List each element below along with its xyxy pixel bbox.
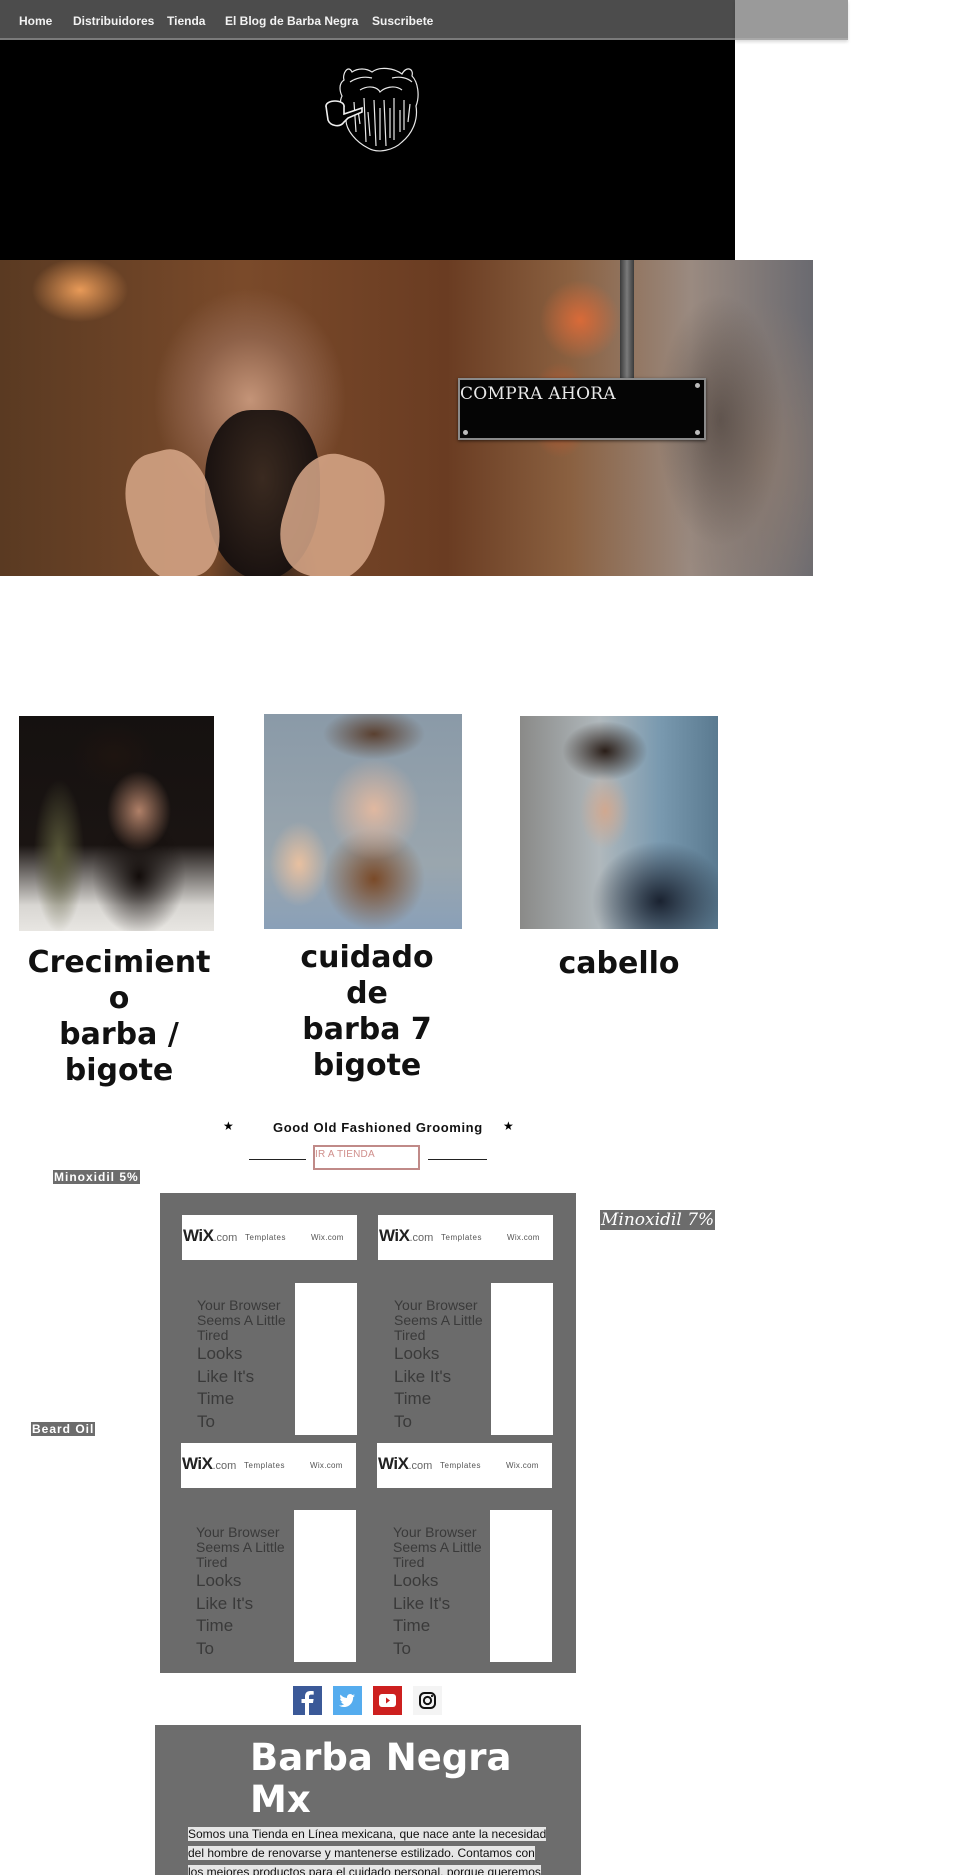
wix-logo-text: WiX bbox=[183, 1226, 214, 1245]
wix-logo: WiX.com bbox=[378, 1454, 432, 1474]
screw-icon bbox=[695, 383, 700, 388]
wix-logo: WiX.com bbox=[182, 1454, 236, 1474]
nav-item-home[interactable]: Home bbox=[19, 14, 52, 28]
wix-banner[interactable]: WiX.com Templates Wix.com bbox=[377, 1443, 552, 1488]
wix-site-link[interactable]: Wix.com bbox=[507, 1233, 540, 1242]
wix-logo: WiX.com bbox=[183, 1226, 237, 1246]
instagram-icon[interactable] bbox=[413, 1686, 442, 1715]
nav-item-suscribete[interactable]: Suscribete bbox=[372, 14, 433, 28]
wix-site-link[interactable]: Wix.com bbox=[311, 1233, 344, 1242]
youtube-icon[interactable] bbox=[373, 1686, 402, 1715]
category-title-crecimiento[interactable]: Crecimient o barba / bigote bbox=[19, 945, 219, 1089]
category-image-crecimiento[interactable] bbox=[19, 716, 214, 931]
grooming-heading: Good Old Fashioned Grooming bbox=[273, 1120, 483, 1135]
category-title-line: cuidado bbox=[300, 940, 434, 975]
wix-templates-link[interactable]: Templates bbox=[244, 1461, 285, 1470]
wix-templates-link[interactable]: Templates bbox=[245, 1233, 286, 1242]
nav-bar-extension bbox=[735, 0, 848, 40]
category-title-line: Crecimient bbox=[27, 945, 211, 980]
wix-logo-suffix: .com bbox=[213, 1232, 238, 1244]
ir-a-tienda-button[interactable]: IR A TIENDA bbox=[313, 1145, 420, 1170]
wix-logo-suffix: .com bbox=[408, 1460, 433, 1472]
wix-logo-suffix: .com bbox=[409, 1232, 434, 1244]
wix-logo: WiX.com bbox=[379, 1226, 433, 1246]
category-title-line: barba / bbox=[59, 1017, 179, 1052]
about-text-line: los mejores productos para el cuidado pe… bbox=[188, 1865, 541, 1875]
nav-item-tienda[interactable]: Tienda bbox=[167, 14, 205, 28]
facebook-icon[interactable] bbox=[293, 1686, 322, 1715]
screw-icon bbox=[463, 430, 468, 435]
divider-line bbox=[428, 1159, 487, 1160]
blank-panel bbox=[295, 1283, 357, 1435]
category-title-line: barba 7 bbox=[302, 1012, 432, 1047]
wix-templates-link[interactable]: Templates bbox=[440, 1461, 481, 1470]
star-icon: ★ bbox=[503, 1119, 514, 1133]
blank-panel bbox=[491, 1283, 553, 1435]
blank-panel bbox=[490, 1510, 552, 1662]
wix-logo-text: WiX bbox=[378, 1454, 409, 1473]
about-title: Barba Negra Mx bbox=[250, 1737, 530, 1821]
category-title-line: cabello bbox=[558, 946, 680, 981]
about-text-line: del hombre de renovarse y mantenerse est… bbox=[188, 1846, 535, 1860]
product-label-minoxidil-5[interactable]: Minoxidil 5% bbox=[53, 1170, 140, 1184]
star-icon: ★ bbox=[223, 1119, 234, 1133]
twitter-icon[interactable] bbox=[333, 1686, 362, 1715]
wix-banner[interactable]: WiX.com Templates Wix.com bbox=[181, 1443, 356, 1488]
category-title-line: de bbox=[346, 976, 388, 1011]
wix-site-link[interactable]: Wix.com bbox=[310, 1461, 343, 1470]
category-title-line: bigote bbox=[312, 1048, 422, 1083]
divider-line bbox=[249, 1159, 306, 1160]
wix-logo-text: WiX bbox=[379, 1226, 410, 1245]
about-title-line: Mx bbox=[250, 1778, 311, 1821]
category-title-cabello[interactable]: cabello bbox=[519, 946, 719, 982]
product-label-beard-oil[interactable]: Beard Oil bbox=[31, 1422, 96, 1436]
wix-logo-suffix: .com bbox=[212, 1460, 237, 1472]
wix-logo-text: WiX bbox=[182, 1454, 213, 1473]
category-title-cuidado[interactable]: cuidado de barba 7 bigote bbox=[267, 940, 467, 1084]
wix-banner[interactable]: WiX.com Templates Wix.com bbox=[182, 1215, 357, 1260]
category-title-line: o bbox=[108, 981, 130, 1016]
about-description: Somos una Tienda en Línea mexicana, que … bbox=[188, 1825, 581, 1875]
product-label-minoxidil-7[interactable]: Minoxidil 7% bbox=[600, 1210, 716, 1230]
beard-pipe-logo[interactable] bbox=[322, 62, 434, 154]
compra-ahora-label: COMPRA AHORA bbox=[460, 384, 616, 404]
category-title-line: bigote bbox=[64, 1053, 174, 1088]
screw-icon bbox=[695, 430, 700, 435]
wix-banner[interactable]: WiX.com Templates Wix.com bbox=[378, 1215, 553, 1260]
about-text-line: Somos una Tienda en Línea mexicana, que … bbox=[188, 1827, 547, 1841]
blank-panel bbox=[294, 1510, 356, 1662]
nav-item-distribuidores[interactable]: Distribuidores bbox=[73, 14, 154, 28]
category-image-cuidado[interactable] bbox=[264, 714, 462, 929]
wix-site-link[interactable]: Wix.com bbox=[506, 1461, 539, 1470]
mirror-frame bbox=[620, 260, 634, 380]
nav-item-blog[interactable]: El Blog de Barba Negra bbox=[225, 14, 358, 28]
product-gallery: WiX.com Templates Wix.com Your Browser S… bbox=[160, 1193, 576, 1673]
category-image-cabello[interactable] bbox=[520, 716, 718, 929]
about-title-line: Barba Negra bbox=[250, 1736, 512, 1779]
compra-ahora-button[interactable]: COMPRA AHORA bbox=[458, 378, 706, 440]
about-section: Barba Negra Mx Somos una Tienda en Línea… bbox=[155, 1725, 581, 1875]
wix-templates-link[interactable]: Templates bbox=[441, 1233, 482, 1242]
